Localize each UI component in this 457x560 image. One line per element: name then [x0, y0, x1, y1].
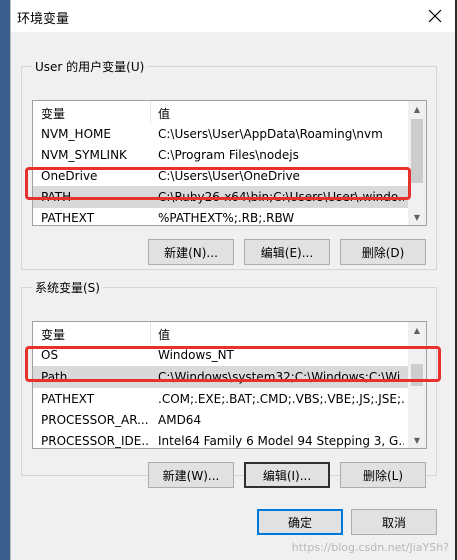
list-item[interactable]: OS Windows_NT — [33, 344, 408, 366]
column-header-variable[interactable]: 变量 — [41, 105, 148, 122]
list-item[interactable]: PROCESSOR_IDE... Intel64 Family 6 Model … — [33, 430, 408, 448]
list-item[interactable]: PATHEXT .COM;.EXE;.BAT;.CMD;.VBS;.VBE;.J… — [33, 388, 408, 410]
column-divider[interactable] — [150, 101, 151, 123]
scroll-up-arrow-icon[interactable]: ▲ — [408, 322, 426, 338]
watermark-text: https://blog.csdn.net/JiaYSh? — [291, 541, 449, 554]
scroll-up-arrow-icon[interactable]: ▲ — [408, 101, 426, 117]
user-delete-button[interactable]: 删除(D) — [340, 239, 426, 265]
user-variables-list[interactable]: 变量 值 NVM_HOME C:\Users\User\AppData\Roam… — [32, 100, 427, 226]
scrollbar-thumb[interactable] — [411, 119, 423, 183]
vertical-scrollbar[interactable]: ▲ ▼ — [408, 101, 426, 225]
close-button[interactable] — [421, 2, 449, 30]
column-header-variable[interactable]: 变量 — [41, 326, 148, 343]
desktop-background-strip — [0, 0, 10, 560]
variable-value: Windows_NT — [158, 348, 234, 362]
column-header-value[interactable]: 值 — [158, 326, 404, 343]
variable-value: C:\Ruby26-x64\bin;C:\Users\User\.windo..… — [158, 190, 404, 204]
system-new-button[interactable]: 新建(W)... — [148, 462, 234, 488]
window-title: 环境变量 — [17, 12, 70, 27]
system-variables-list[interactable]: 变量 值 OS Windows_NT Path C:\Windows\syste… — [32, 321, 427, 449]
variable-value: C:\Users\User\AppData\Roaming\nvm — [158, 127, 383, 141]
variable-value: AMD64 — [158, 413, 202, 427]
variable-value: C:\Users\User\OneDrive — [158, 169, 300, 183]
cancel-button[interactable]: 取消 — [351, 509, 437, 535]
user-new-button[interactable]: 新建(N)... — [148, 239, 234, 265]
variable-value: Intel64 Family 6 Model 94 Stepping 3, G.… — [158, 434, 404, 448]
column-divider[interactable] — [150, 322, 151, 344]
scrollbar-thumb[interactable] — [411, 364, 423, 386]
close-icon — [428, 9, 442, 23]
system-variables-legend: 系统变量(S) — [35, 281, 100, 295]
title-bar[interactable]: 环境变量 — [11, 0, 455, 32]
list-item[interactable]: PATHEXT %PATHEXT%;.RB;.RBW — [33, 207, 408, 225]
variable-name: PROCESSOR_AR... — [41, 413, 148, 427]
list-item[interactable]: OneDrive C:\Users\User\OneDrive — [33, 165, 408, 187]
system-edit-button[interactable]: 编辑(I)... — [244, 462, 330, 488]
user-edit-button[interactable]: 编辑(E)... — [244, 239, 330, 265]
environment-variables-dialog: 环境变量 User 的用户变量(U) 变量 值 NVM_HOME C:\User… — [10, 0, 455, 560]
variable-name: PROCESSOR_IDE... — [41, 434, 148, 448]
variable-name: PATH — [41, 190, 72, 204]
list-header[interactable]: 变量 值 — [33, 101, 408, 123]
list-item[interactable]: PROCESSOR_AR... AMD64 — [33, 409, 408, 431]
scroll-down-arrow-icon[interactable]: ▼ — [408, 209, 426, 225]
user-variables-group: User 的用户变量(U) 变量 值 NVM_HOME C:\Users\Use… — [21, 58, 437, 270]
system-delete-button[interactable]: 删除(L) — [340, 462, 426, 488]
variable-value: C:\Windows\system32;C:\Windows;C:\Wi... — [158, 370, 404, 384]
scroll-down-arrow-icon[interactable]: ▼ — [408, 432, 426, 448]
variable-value: .COM;.EXE;.BAT;.CMD;.VBS;.VBE;.JS;.JSE;.… — [158, 392, 404, 406]
user-variables-legend: User 的用户变量(U) — [35, 60, 145, 74]
list-item-selected[interactable]: Path C:\Windows\system32;C:\Windows;C:\W… — [33, 366, 408, 388]
variable-name: NVM_HOME — [41, 127, 111, 141]
list-item-selected[interactable]: PATH C:\Ruby26-x64\bin;C:\Users\User\.wi… — [33, 186, 408, 208]
variable-name: PATHEXT — [41, 392, 95, 406]
system-variables-group: 系统变量(S) 变量 值 OS Windows_NT Path C:\Windo… — [21, 279, 437, 488]
list-item[interactable]: NVM_HOME C:\Users\User\AppData\Roaming\n… — [33, 123, 408, 145]
vertical-scrollbar[interactable]: ▲ ▼ — [408, 322, 426, 448]
variable-name: Path — [41, 370, 68, 384]
variable-value: C:\Program Files\nodejs — [158, 148, 299, 162]
variable-name: OneDrive — [41, 169, 98, 183]
variable-value: %PATHEXT%;.RB;.RBW — [158, 211, 295, 225]
column-header-value[interactable]: 值 — [158, 105, 404, 122]
ok-button[interactable]: 确定 — [257, 509, 343, 535]
variable-name: NVM_SYMLINK — [41, 148, 127, 162]
variable-name: OS — [41, 348, 59, 362]
list-header[interactable]: 变量 值 — [33, 322, 408, 344]
variable-name: PATHEXT — [41, 211, 95, 225]
list-item[interactable]: NVM_SYMLINK C:\Program Files\nodejs — [33, 144, 408, 166]
